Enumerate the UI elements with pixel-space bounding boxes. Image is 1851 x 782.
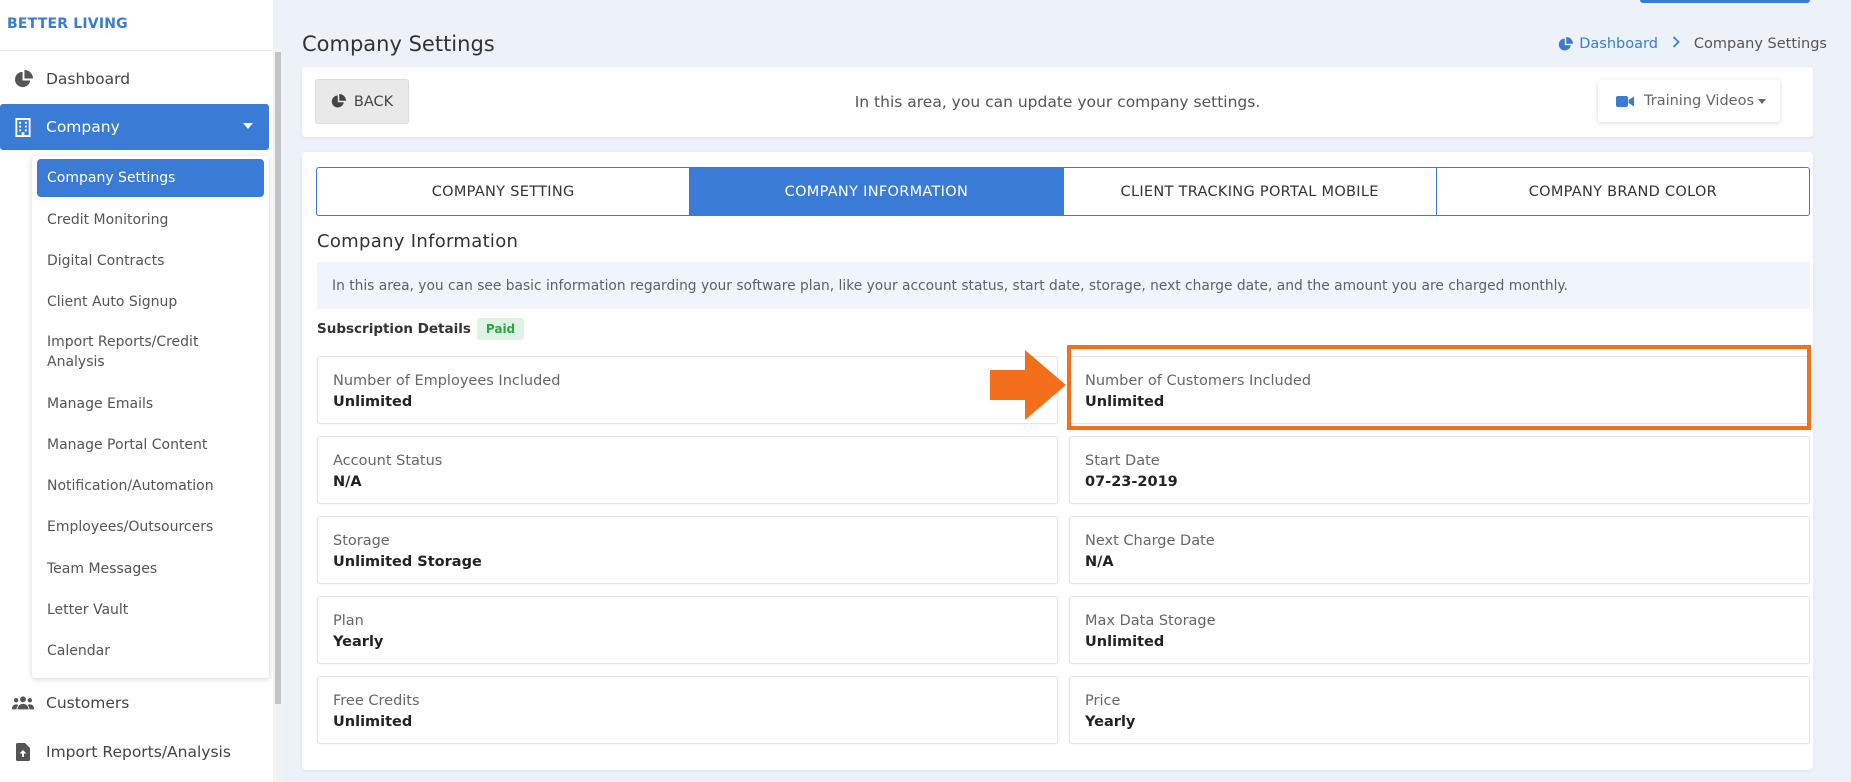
field-storage: Storage Unlimited Storage: [317, 516, 1058, 584]
settings-tabs: COMPANY SETTING COMPANY INFORMATION CLIE…: [316, 167, 1810, 216]
field-plan: Plan Yearly: [317, 596, 1058, 664]
submenu-item-team-messages[interactable]: Team Messages: [32, 559, 269, 579]
field-label: Price: [1085, 693, 1121, 709]
breadcrumb-current: Company Settings: [1693, 36, 1827, 52]
field-max-data-storage: Max Data Storage Unlimited: [1069, 596, 1810, 664]
submenu-item-manage-emails[interactable]: Manage Emails: [32, 394, 269, 414]
submenu-item-company-settings[interactable]: Company Settings: [37, 159, 264, 197]
field-label: Free Credits: [333, 693, 420, 709]
field-value: Unlimited: [1085, 634, 1165, 650]
submenu-item-calendar[interactable]: Calendar: [32, 641, 269, 661]
building-icon: [12, 116, 34, 138]
sidebar-item-label: Company: [46, 118, 120, 136]
company-submenu: Company Settings Credit Monitoring Digit…: [32, 156, 269, 678]
breadcrumb: Dashboard Company Settings: [1558, 36, 1827, 52]
tab-company-brand-color[interactable]: COMPANY BRAND COLOR: [1437, 168, 1809, 215]
users-icon: [12, 692, 34, 714]
pie-chart-icon: [1558, 36, 1574, 52]
field-next-charge-date: Next Charge Date N/A: [1069, 516, 1810, 584]
field-label: Start Date: [1085, 453, 1160, 469]
field-price: Price Yearly: [1069, 676, 1810, 744]
field-value: Unlimited: [333, 394, 413, 410]
pie-chart-icon: [331, 94, 346, 109]
back-button-label: BACK: [353, 93, 394, 110]
toolbar-card: In this area, you can update your compan…: [302, 67, 1813, 137]
submenu-item-notification-automation[interactable]: Notification/Automation: [32, 476, 269, 496]
back-button[interactable]: BACK: [315, 79, 409, 124]
submenu-item-client-auto-signup[interactable]: Client Auto Signup: [32, 292, 269, 312]
tab-company-setting[interactable]: COMPANY SETTING: [317, 168, 691, 215]
subscription-label: Subscription Details: [317, 321, 471, 337]
training-videos-label: Training Videos: [1644, 93, 1755, 109]
sidebar-scrollbar-thumb[interactable]: [275, 52, 281, 704]
field-label: Plan: [333, 613, 364, 629]
chevron-right-icon: [1672, 36, 1680, 52]
field-label: Storage: [333, 533, 390, 549]
top-action-button-edge[interactable]: [1640, 0, 1810, 3]
sidebar-item-customers[interactable]: Customers: [0, 680, 269, 726]
submenu-item-digital-contracts[interactable]: Digital Contracts: [32, 251, 269, 271]
orange-arrow-icon: [990, 350, 1066, 424]
field-account-status: Account Status N/A: [317, 436, 1058, 504]
content-card: COMPANY SETTING COMPANY INFORMATION CLIE…: [302, 152, 1813, 770]
status-badge: Paid: [476, 318, 525, 340]
field-label: Number of Employees Included: [333, 373, 561, 389]
sidebar-item-dashboard[interactable]: Dashboard: [0, 56, 269, 102]
field-label: Max Data Storage: [1085, 613, 1216, 629]
field-value: N/A: [1085, 554, 1114, 570]
field-value: Yearly: [333, 634, 384, 650]
sidebar-item-label: Dashboard: [46, 70, 131, 88]
video-camera-icon: [1616, 95, 1634, 108]
section-title: Company Information: [317, 231, 519, 252]
field-label: Number of Customers Included: [1085, 373, 1312, 389]
field-label: Next Charge Date: [1085, 533, 1215, 549]
page-title: Company Settings: [302, 32, 495, 56]
submenu-item-manage-portal-content[interactable]: Manage Portal Content: [32, 435, 269, 455]
sidebar-item-import-reports[interactable]: Import Reports/Analysis: [0, 729, 269, 775]
field-start-date: Start Date 07-23-2019: [1069, 436, 1810, 504]
field-employees-included: Number of Employees Included Unlimited: [317, 356, 1058, 424]
toolbar-message: In this area, you can update your compan…: [854, 93, 1261, 111]
field-value: 07-23-2019: [1085, 474, 1178, 490]
submenu-item-credit-monitoring[interactable]: Credit Monitoring: [32, 210, 269, 230]
sidebar: BETTER LIVING Dashboard Company Company …: [0, 0, 282, 782]
chevron-down-icon: [243, 123, 253, 129]
submenu-item-import-reports[interactable]: Import Reports/Credit Analysis: [32, 332, 232, 372]
field-value: Yearly: [1085, 714, 1136, 730]
field-value: Unlimited Storage: [333, 554, 482, 570]
field-value: Unlimited: [1085, 394, 1165, 410]
brand-divider: [0, 50, 282, 51]
field-value: Unlimited: [333, 714, 413, 730]
pie-chart-icon: [12, 68, 34, 90]
submenu-item-employees-outsourcers[interactable]: Employees/Outsourcers: [32, 517, 269, 537]
sidebar-edge: [273, 0, 282, 50]
brand-logo[interactable]: BETTER LIVING: [7, 16, 128, 32]
field-label: Account Status: [333, 453, 443, 469]
file-upload-icon: [12, 741, 34, 763]
tab-client-tracking-portal-mobile[interactable]: CLIENT TRACKING PORTAL MOBILE: [1064, 168, 1437, 215]
breadcrumb-dashboard-link[interactable]: Dashboard: [1579, 36, 1658, 52]
field-free-credits: Free Credits Unlimited: [317, 676, 1058, 744]
sidebar-item-company[interactable]: Company: [0, 104, 269, 150]
tab-company-information[interactable]: COMPANY INFORMATION: [690, 168, 1064, 215]
submenu-item-letter-vault[interactable]: Letter Vault: [32, 600, 269, 620]
field-customers-included: Number of Customers Included Unlimited: [1069, 356, 1810, 424]
sidebar-item-label: Import Reports/Analysis: [46, 743, 231, 761]
sidebar-item-label: Customers: [46, 694, 130, 712]
info-description: In this area, you can see basic informat…: [317, 262, 1810, 309]
subscription-details: Subscription Details Paid: [317, 318, 525, 340]
chevron-down-icon: [1758, 99, 1766, 104]
field-value: N/A: [333, 474, 362, 490]
training-videos-dropdown[interactable]: Training Videos: [1598, 80, 1780, 122]
